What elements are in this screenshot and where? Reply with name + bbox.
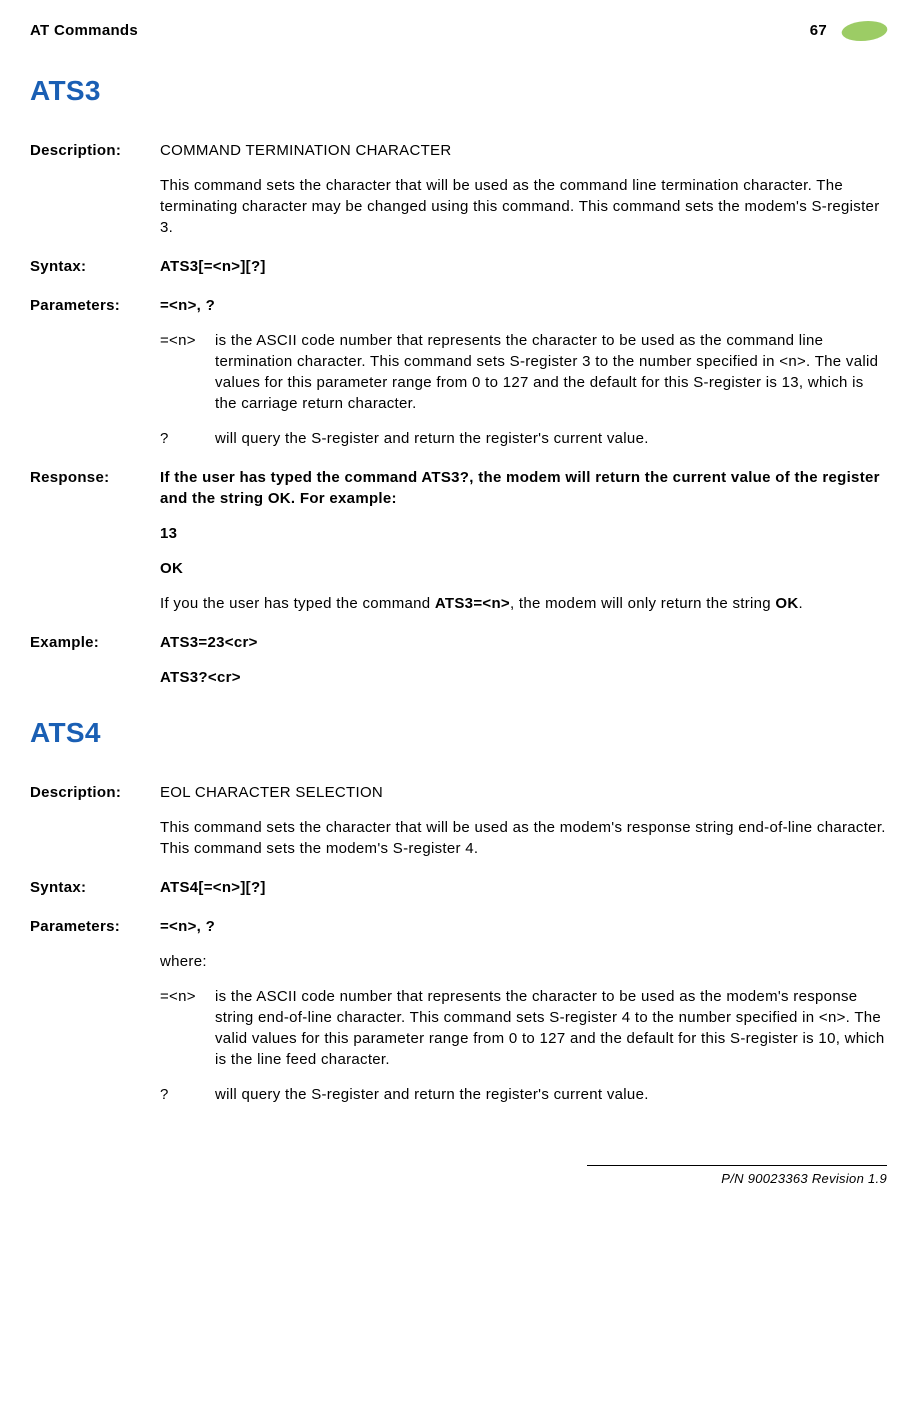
param-key-n: =<n>: [160, 330, 215, 351]
param-key-q-4: ?: [160, 1084, 215, 1105]
page-footer: P/N 90023363 Revision 1.9: [30, 1165, 887, 1188]
logo-swoosh-icon: [838, 21, 890, 41]
response-mixed: If you the user has typed the command AT…: [160, 593, 887, 614]
desc-heading-4: EOL CHARACTER SELECTION: [160, 782, 887, 803]
footer-line: [587, 1165, 887, 1166]
param-row-n: =<n> is the ASCII code number that repre…: [160, 330, 887, 414]
label-parameters-4: Parameters:: [30, 916, 160, 937]
entry-syntax: Syntax: ATS3[=<n>][?]: [30, 256, 887, 277]
label-parameters: Parameters:: [30, 295, 160, 316]
entry-response: Response: If the user has typed the comm…: [30, 467, 887, 614]
entry-example: Example: ATS3=23<cr> ATS3?<cr>: [30, 632, 887, 688]
response-content: If the user has typed the command ATS3?,…: [160, 467, 887, 614]
entry-syntax-4: Syntax: ATS4[=<n>][?]: [30, 877, 887, 898]
param-val-q: will query the S-register and return the…: [215, 428, 887, 449]
syntax-value-4: ATS4[=<n>][?]: [160, 877, 887, 898]
entry-description-4: Description: EOL CHARACTER SELECTION Thi…: [30, 782, 887, 859]
param-val-n: is the ASCII code number that represents…: [215, 330, 887, 414]
where-4: where:: [160, 951, 887, 972]
example-content: ATS3=23<cr> ATS3?<cr>: [160, 632, 887, 688]
desc-text-4: This command sets the character that wil…: [160, 817, 887, 859]
example-l1: ATS3=23<cr>: [160, 632, 887, 653]
content-description: COMMAND TERMINATION CHARACTER This comma…: [160, 140, 887, 238]
response-p1: If the user has typed the command ATS3?,…: [160, 467, 887, 509]
label-example: Example:: [30, 632, 160, 653]
syntax-value: ATS3[=<n>][?]: [160, 256, 887, 277]
param-summary: =<n>, ?: [160, 295, 887, 316]
param-row-n-4: =<n> is the ASCII code number that repre…: [160, 986, 887, 1070]
label-syntax-4: Syntax:: [30, 877, 160, 898]
page-header: AT Commands 67: [30, 20, 887, 41]
param-key-n-4: =<n>: [160, 986, 215, 1007]
section-title-ats3: ATS3: [30, 71, 887, 110]
param-summary-4: =<n>, ?: [160, 916, 887, 937]
label-description-4: Description:: [30, 782, 160, 803]
param-row-q: ? will query the S-register and return t…: [160, 428, 887, 449]
entry-parameters: Parameters: =<n>, ? =<n> is the ASCII co…: [30, 295, 887, 449]
param-val-q-4: will query the S-register and return the…: [215, 1084, 887, 1105]
label-response: Response:: [30, 467, 160, 488]
page-number: 67: [810, 20, 827, 41]
parameters-content: =<n>, ? =<n> is the ASCII code number th…: [160, 295, 887, 449]
section-title-ats4: ATS4: [30, 713, 887, 752]
param-val-n-4: is the ASCII code number that represents…: [215, 986, 887, 1070]
desc-heading: COMMAND TERMINATION CHARACTER: [160, 140, 887, 161]
param-key-q: ?: [160, 428, 215, 449]
parameters-content-4: =<n>, ? where: =<n> is the ASCII code nu…: [160, 916, 887, 1105]
param-row-q-4: ? will query the S-register and return t…: [160, 1084, 887, 1105]
header-left: AT Commands: [30, 20, 138, 41]
content-description-4: EOL CHARACTER SELECTION This command set…: [160, 782, 887, 859]
entry-description: Description: COMMAND TERMINATION CHARACT…: [30, 140, 887, 238]
entry-parameters-4: Parameters: =<n>, ? where: =<n> is the A…: [30, 916, 887, 1105]
label-description: Description:: [30, 140, 160, 161]
label-syntax: Syntax:: [30, 256, 160, 277]
footer-text: P/N 90023363 Revision 1.9: [721, 1171, 887, 1186]
desc-text: This command sets the character that wil…: [160, 175, 887, 238]
header-right: 67: [810, 20, 887, 41]
example-l2: ATS3?<cr>: [160, 667, 887, 688]
response-p3: OK: [160, 558, 887, 579]
response-p2: 13: [160, 523, 887, 544]
